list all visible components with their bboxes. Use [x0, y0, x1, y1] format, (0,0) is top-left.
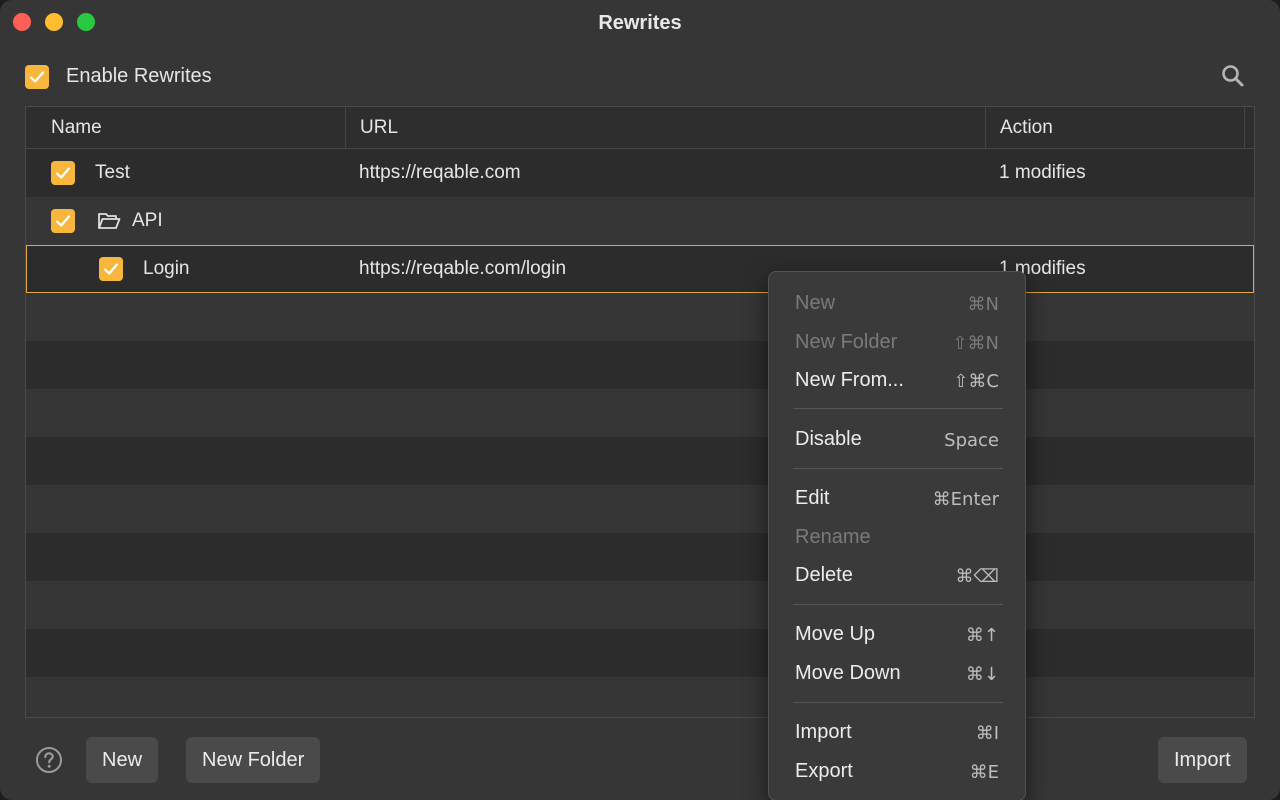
column-header-name[interactable]: Name [51, 107, 102, 149]
empty-row [26, 485, 1254, 533]
enable-rewrites-checkbox[interactable] [25, 65, 49, 89]
menu-separator [793, 408, 1003, 409]
column-header-url[interactable]: URL [360, 107, 398, 149]
checkmark-icon [55, 215, 71, 227]
row-enabled-checkbox[interactable] [99, 257, 123, 281]
empty-row [26, 437, 1254, 485]
empty-row [26, 533, 1254, 581]
enable-rewrites-label: Enable Rewrites [66, 65, 212, 87]
menu-item-new-from[interactable]: New From... ⇧⌘C [769, 362, 1025, 398]
empty-row [26, 293, 1254, 341]
column-header-action[interactable]: Action [1000, 107, 1053, 149]
table-row-selected[interactable]: Login https://reqable.com/login 1 modifi… [26, 245, 1254, 293]
row-url: https://reqable.com/login [359, 258, 567, 279]
row-name: Test [95, 162, 130, 183]
menu-item-rename[interactable]: Rename [769, 519, 1025, 555]
checkmark-icon [55, 167, 71, 179]
menu-item-delete[interactable]: Delete ⌘⌫ [769, 557, 1025, 593]
new-button[interactable]: New [86, 737, 159, 783]
window-title: Rewrites [598, 12, 682, 34]
row-action: 1 modifies [999, 162, 1086, 183]
checkmark-icon [103, 263, 119, 275]
row-name: API [132, 210, 163, 231]
search-icon[interactable] [1220, 63, 1246, 89]
menu-item-new-folder[interactable]: New Folder ⇧⌘N [769, 324, 1025, 360]
menu-separator [793, 604, 1003, 605]
menu-item-disable[interactable]: Disable Space [769, 421, 1025, 457]
empty-row [26, 677, 1254, 717]
table-header: Name URL Action [26, 107, 1254, 149]
import-button[interactable]: Import [1158, 737, 1247, 783]
folder-open-icon [98, 213, 121, 229]
checkmark-icon [29, 71, 45, 83]
menu-item-import[interactable]: Import ⌘I [769, 714, 1025, 750]
row-enabled-checkbox[interactable] [51, 161, 75, 185]
menu-item-edit[interactable]: Edit ⌘Enter [769, 480, 1025, 516]
menu-item-export[interactable]: Export ⌘E [769, 753, 1025, 789]
table-row-folder[interactable]: API [26, 197, 1254, 245]
empty-row [26, 389, 1254, 437]
menu-item-new[interactable]: New ⌘N [769, 285, 1025, 321]
context-menu: New ⌘N New Folder ⇧⌘N New From... ⇧⌘C Di… [768, 271, 1026, 800]
help-icon[interactable] [35, 746, 63, 774]
empty-row [26, 341, 1254, 389]
menu-item-move-down[interactable]: Move Down ⌘↓ [769, 655, 1025, 691]
row-enabled-checkbox[interactable] [51, 209, 75, 233]
rewrites-table: Name URL Action Test https://reqable.com… [25, 106, 1255, 718]
empty-row [26, 581, 1254, 629]
row-name: Login [143, 258, 190, 279]
column-divider[interactable] [985, 107, 986, 149]
column-divider[interactable] [345, 107, 346, 149]
column-divider[interactable] [1244, 107, 1245, 149]
menu-item-move-up[interactable]: Move Up ⌘↑ [769, 616, 1025, 652]
empty-row [26, 629, 1254, 677]
row-url: https://reqable.com [359, 162, 521, 183]
title-bar: Rewrites [0, 0, 1280, 46]
menu-separator [793, 702, 1003, 703]
menu-separator [793, 468, 1003, 469]
footer-bar: New New Folder Import [0, 720, 1280, 800]
table-row[interactable]: Test https://reqable.com 1 modifies [26, 149, 1254, 197]
new-folder-button[interactable]: New Folder [186, 737, 321, 783]
rewrites-window: Rewrites Enable Rewrites Name URL Action… [0, 0, 1280, 800]
